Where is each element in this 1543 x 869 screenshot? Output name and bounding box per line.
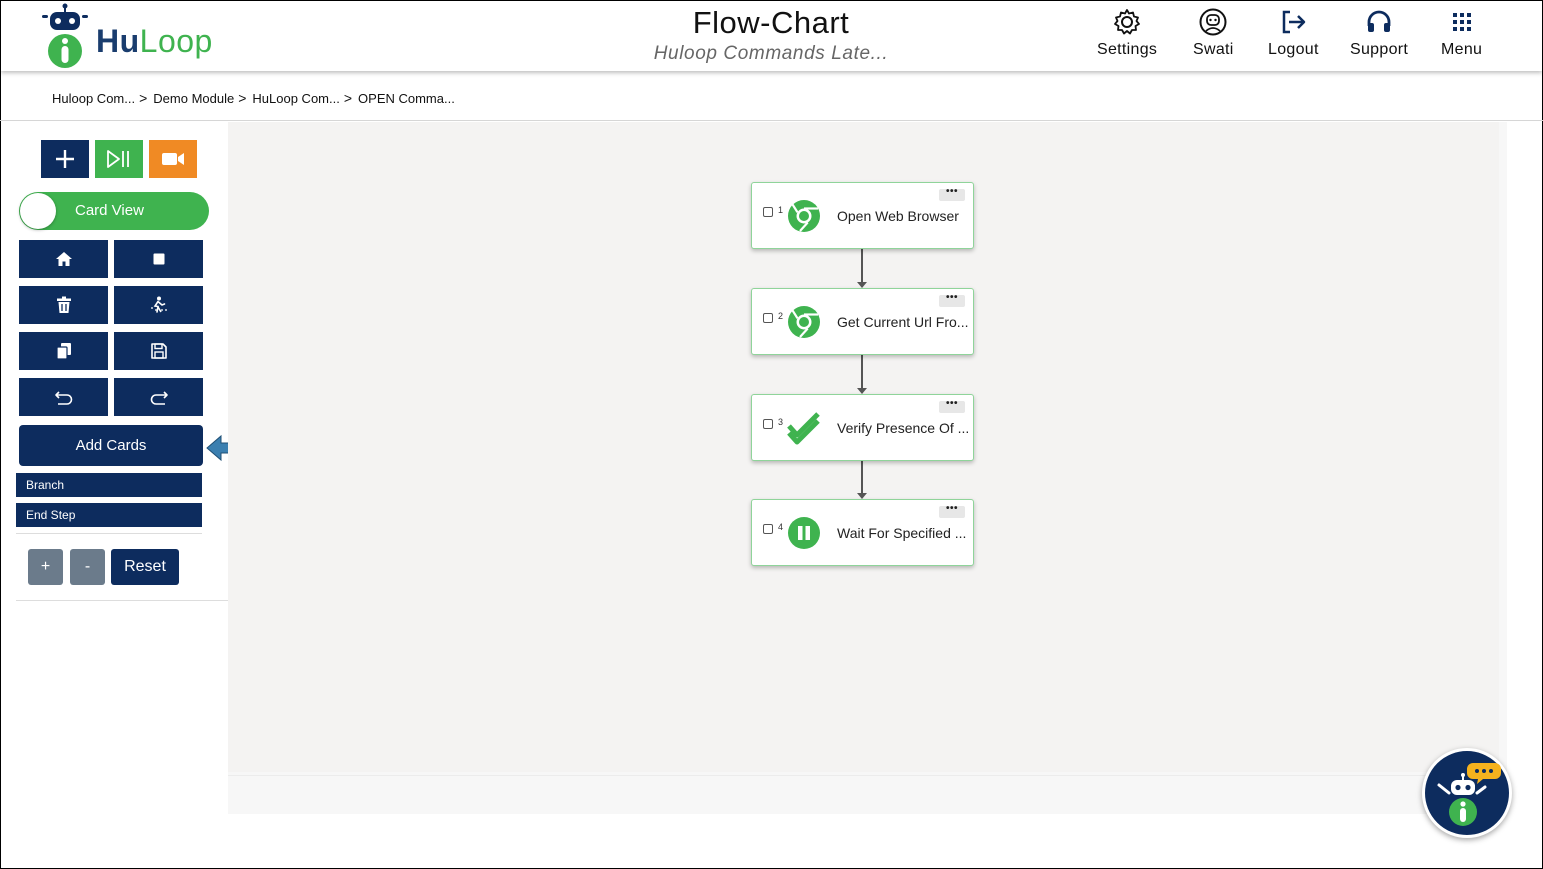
panel-divider: [16, 533, 202, 534]
card-label: Open Web Browser: [837, 208, 959, 224]
card-label: Get Current Url Fro...: [837, 314, 969, 330]
page-title: Flow-Chart: [692, 5, 850, 40]
card-checkbox[interactable]: [763, 207, 773, 217]
chrome-icon: [788, 306, 820, 338]
card-number: 1: [778, 205, 784, 215]
nav-logout[interactable]: Logout: [1268, 7, 1319, 59]
chevron-right-icon: >: [139, 90, 148, 106]
more-options-icon[interactable]: •••: [939, 399, 965, 413]
end-step-button[interactable]: End Step: [16, 503, 202, 527]
more-options-icon[interactable]: •••: [939, 293, 965, 307]
add-icon: [56, 150, 74, 168]
logout-icon: [1283, 10, 1306, 34]
flow-card[interactable]: 3 Verify Presence Of ... •••: [751, 394, 974, 461]
gear-icon: [1114, 9, 1141, 35]
flow-connector: [861, 249, 863, 282]
brand-name: HuLoop: [96, 23, 213, 59]
card-view-toggle[interactable]: Card View: [19, 192, 209, 230]
save-icon: [150, 343, 167, 359]
headset-icon: [1367, 10, 1391, 32]
delete-button[interactable]: [19, 286, 108, 324]
redo-button[interactable]: [114, 378, 203, 416]
chatbot-icon: [1437, 763, 1501, 826]
breadcrumb-item[interactable]: OPEN Comma...: [358, 91, 455, 106]
more-options-icon[interactable]: •••: [939, 187, 965, 201]
undo-icon: [54, 391, 72, 405]
run-step-button[interactable]: [114, 286, 203, 324]
home-button[interactable]: [19, 240, 108, 278]
chevron-right-icon: >: [238, 90, 247, 106]
huloop-logo[interactable]: HuLoop: [39, 3, 239, 69]
card-label: Verify Presence Of ...: [837, 420, 970, 436]
nav-user[interactable]: Swati: [1193, 7, 1234, 59]
breadcrumb: Huloop Com... > Demo Module > HuLoop Com…: [52, 90, 459, 106]
nav-menu[interactable]: Menu: [1441, 7, 1482, 59]
grid-icon: [1452, 13, 1471, 31]
flow-card[interactable]: 4 Wait For Specified ... •••: [751, 499, 974, 566]
add-button[interactable]: [41, 140, 89, 178]
stop-button[interactable]: [114, 240, 203, 278]
reset-button[interactable]: Reset: [111, 549, 179, 585]
chevron-right-icon: >: [343, 90, 353, 106]
canvas-scrollbar-area[interactable]: [228, 775, 1507, 814]
nav-settings[interactable]: Settings: [1097, 7, 1157, 59]
pause-icon: [788, 517, 820, 549]
stop-icon: [153, 253, 164, 265]
user-icon: [1199, 8, 1227, 36]
play-pause-icon: [107, 150, 129, 168]
flow-connector: [861, 461, 863, 493]
flow-card[interactable]: 2 Get Current Url Fro... •••: [751, 288, 974, 355]
panel-divider: [16, 600, 228, 601]
breadcrumb-item[interactable]: Demo Module: [153, 91, 234, 106]
undo-button[interactable]: [19, 378, 108, 416]
toggle-knob: [20, 193, 56, 229]
breadcrumb-item[interactable]: HuLoop Com...: [252, 91, 339, 106]
run-step-icon: [150, 296, 167, 313]
redo-icon: [150, 391, 168, 405]
flow-connector: [861, 355, 863, 388]
breadcrumb-item[interactable]: Huloop Com...: [52, 91, 135, 106]
zoom-in-button[interactable]: +: [28, 549, 63, 585]
app-header: HuLoop Flow-Chart Huloop Commands Late..…: [1, 1, 1542, 71]
more-options-icon[interactable]: •••: [939, 504, 965, 518]
chrome-icon: [788, 200, 820, 232]
flow-card[interactable]: 1 Open Web Browser •••: [751, 182, 974, 249]
nav-support[interactable]: Support: [1350, 7, 1408, 59]
copy-button[interactable]: [19, 332, 108, 370]
trash-icon: [56, 296, 71, 313]
run-button[interactable]: [95, 140, 143, 178]
card-number: 3: [778, 417, 784, 427]
card-label: Wait For Specified ...: [837, 525, 967, 541]
robot-logo-icon: [42, 3, 88, 68]
record-button[interactable]: [149, 140, 197, 178]
save-button[interactable]: [114, 332, 203, 370]
page-title-block: Flow-Chart Huloop Commands Late...: [561, 5, 981, 65]
home-icon: [55, 252, 72, 266]
card-number: 2: [778, 311, 784, 321]
video-camera-icon: [162, 153, 184, 165]
branch-button[interactable]: Branch: [16, 473, 202, 497]
breadcrumb-divider: [0, 120, 1543, 121]
card-number: 4: [778, 522, 784, 532]
card-checkbox[interactable]: [763, 313, 773, 323]
checkmark-icon: [787, 412, 820, 445]
chatbot-button[interactable]: [1422, 748, 1512, 838]
copy-icon: [55, 343, 71, 360]
card-checkbox[interactable]: [763, 419, 773, 429]
zoom-out-button[interactable]: -: [70, 549, 105, 585]
toggle-label: Card View: [75, 202, 144, 219]
card-checkbox[interactable]: [763, 524, 773, 534]
page-subtitle: Huloop Commands Late...: [653, 43, 889, 64]
add-cards-button[interactable]: Add Cards: [19, 425, 203, 466]
